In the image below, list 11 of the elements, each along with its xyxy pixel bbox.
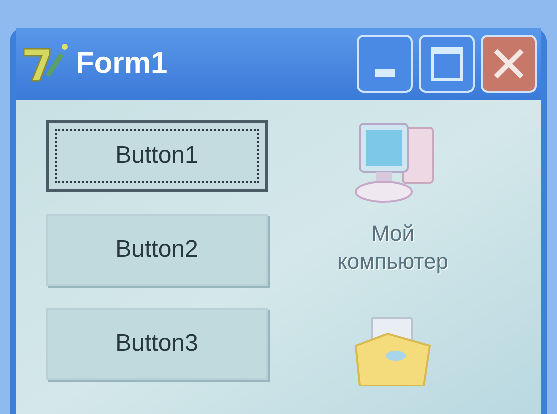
maximize-button[interactable] xyxy=(419,35,475,93)
close-button[interactable] xyxy=(481,35,537,93)
maximize-icon xyxy=(431,47,463,81)
form-button[interactable]: Button3 xyxy=(46,308,268,380)
minimize-icon xyxy=(375,69,395,77)
form-button[interactable]: Button2 xyxy=(46,214,268,286)
desktop-icon-label[interactable]: Мой компьютер xyxy=(328,220,458,276)
minimize-button[interactable] xyxy=(357,35,413,93)
close-icon xyxy=(493,48,525,80)
window-title: Form1 xyxy=(76,49,168,79)
form-button[interactable]: Button1 xyxy=(46,120,268,192)
